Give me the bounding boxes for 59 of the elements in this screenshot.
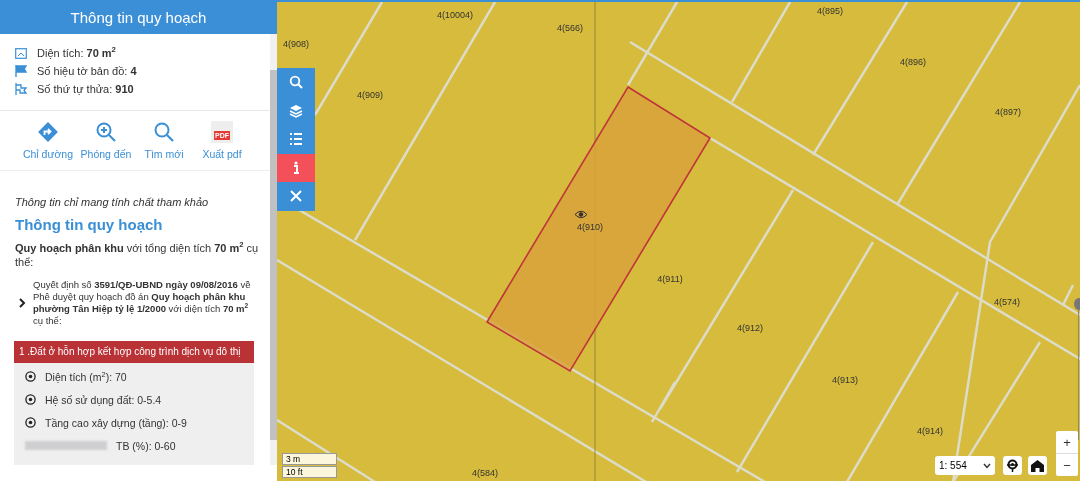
chevron-right-icon[interactable]: [17, 297, 27, 309]
plan-summary: Quy hoạch phân khu với tổng diện tích 70 m$^{2}$ cụ thể:: [14, 239, 260, 269]
list-icon: [289, 132, 303, 147]
locate-pin-icon: [1006, 459, 1019, 472]
parcel-label: 4(574): [994, 297, 1020, 307]
parcel-label: 4(896): [900, 57, 926, 67]
parcel-label: 4(912): [737, 323, 763, 333]
parcel-label: 4(897): [995, 107, 1021, 117]
info-text: Số thứ tự thửa: 910: [37, 83, 134, 95]
info-text: Số hiệu tờ bản đồ: 4: [37, 65, 137, 77]
scale-bar-label: 3 m: [282, 453, 337, 465]
disclaimer-note: Thông tin chỉ mang tính chất tham khảo: [14, 195, 210, 208]
zoom-action-button[interactable]: Phóng đến: [77, 121, 135, 160]
scale-bar-label: 10 ft: [282, 466, 337, 478]
parcel-label: 4(895): [817, 6, 843, 16]
close-tool-button[interactable]: [277, 182, 315, 211]
zoom-in-icon: [95, 121, 117, 143]
parcel-label: 4(566): [557, 23, 583, 33]
info-tool-button[interactable]: [277, 153, 315, 182]
zone-attribute: Hệ số sử dụng đất: 0-5.4: [45, 393, 162, 406]
decision-text: Quyết định số 3591/QĐ-UBND ngày 09/08/2016 về Phê duyệt quy hoạch đồ án Quy hoạch phân khu phường Tân Hiệp tỷ lệ 1/2000 với diện tích 70 m$^{2}$ cụ thể:: [33, 279, 252, 327]
search-action-button[interactable]: Tìm mới: [135, 121, 193, 160]
zone-attribute: TB (%): 0-60: [116, 439, 176, 452]
zone-attribute: Diện tích (m$^{2}$): 70: [45, 370, 127, 383]
parcel-label: 4(914): [917, 426, 943, 436]
search-icon: [153, 121, 175, 143]
close-icon: [289, 189, 303, 204]
zone-attribute: Tầng cao xây dựng (tầng): 0-9: [45, 416, 187, 429]
radio-dot-icon: [25, 417, 36, 428]
scrollbar[interactable]: [270, 34, 277, 465]
house-icon: [1031, 459, 1044, 472]
flag-icon: [15, 65, 27, 77]
picture-frame-icon: [15, 47, 27, 59]
layers-icon: [289, 103, 303, 118]
parcel-label: 4(910): [577, 222, 603, 232]
search-tool-button[interactable]: [277, 68, 315, 97]
eye-icon: [574, 210, 588, 219]
directions-action-button[interactable]: Chỉ đường: [19, 121, 77, 160]
info-text: Diện tích: 70 m$^{2}$: [37, 47, 116, 59]
zone-title: 1 .Đất ở hỗn hợp kết hợp công trình dịch vụ đô thị: [14, 341, 254, 363]
parcel-label: 4(10004): [437, 10, 473, 20]
parcel-label: 4(913): [832, 375, 858, 385]
scale-select[interactable]: 1: 554: [935, 456, 995, 475]
section-title: Thông tin quy hoạch: [14, 215, 164, 233]
radio-dot-icon: [25, 394, 36, 405]
parcel-label: 4(911): [657, 274, 683, 284]
radio-dot-icon: [25, 371, 36, 382]
flag-outline-icon: [15, 83, 27, 95]
parcel-label: 4(584): [472, 468, 498, 478]
zoom-out-button[interactable]: −: [1056, 453, 1078, 476]
chevron-down-icon: [983, 462, 991, 469]
panel-title: Thông tin quy hoạch: [0, 0, 277, 34]
search-icon: [289, 75, 303, 90]
parcel-label: 4(908): [283, 39, 309, 49]
home-button[interactable]: [1028, 456, 1047, 475]
locate-button[interactable]: [1003, 456, 1022, 475]
list-tool-button[interactable]: [277, 125, 315, 154]
zoom-in-button[interactable]: +: [1056, 431, 1078, 453]
parcel-label: 4(909): [357, 90, 383, 100]
